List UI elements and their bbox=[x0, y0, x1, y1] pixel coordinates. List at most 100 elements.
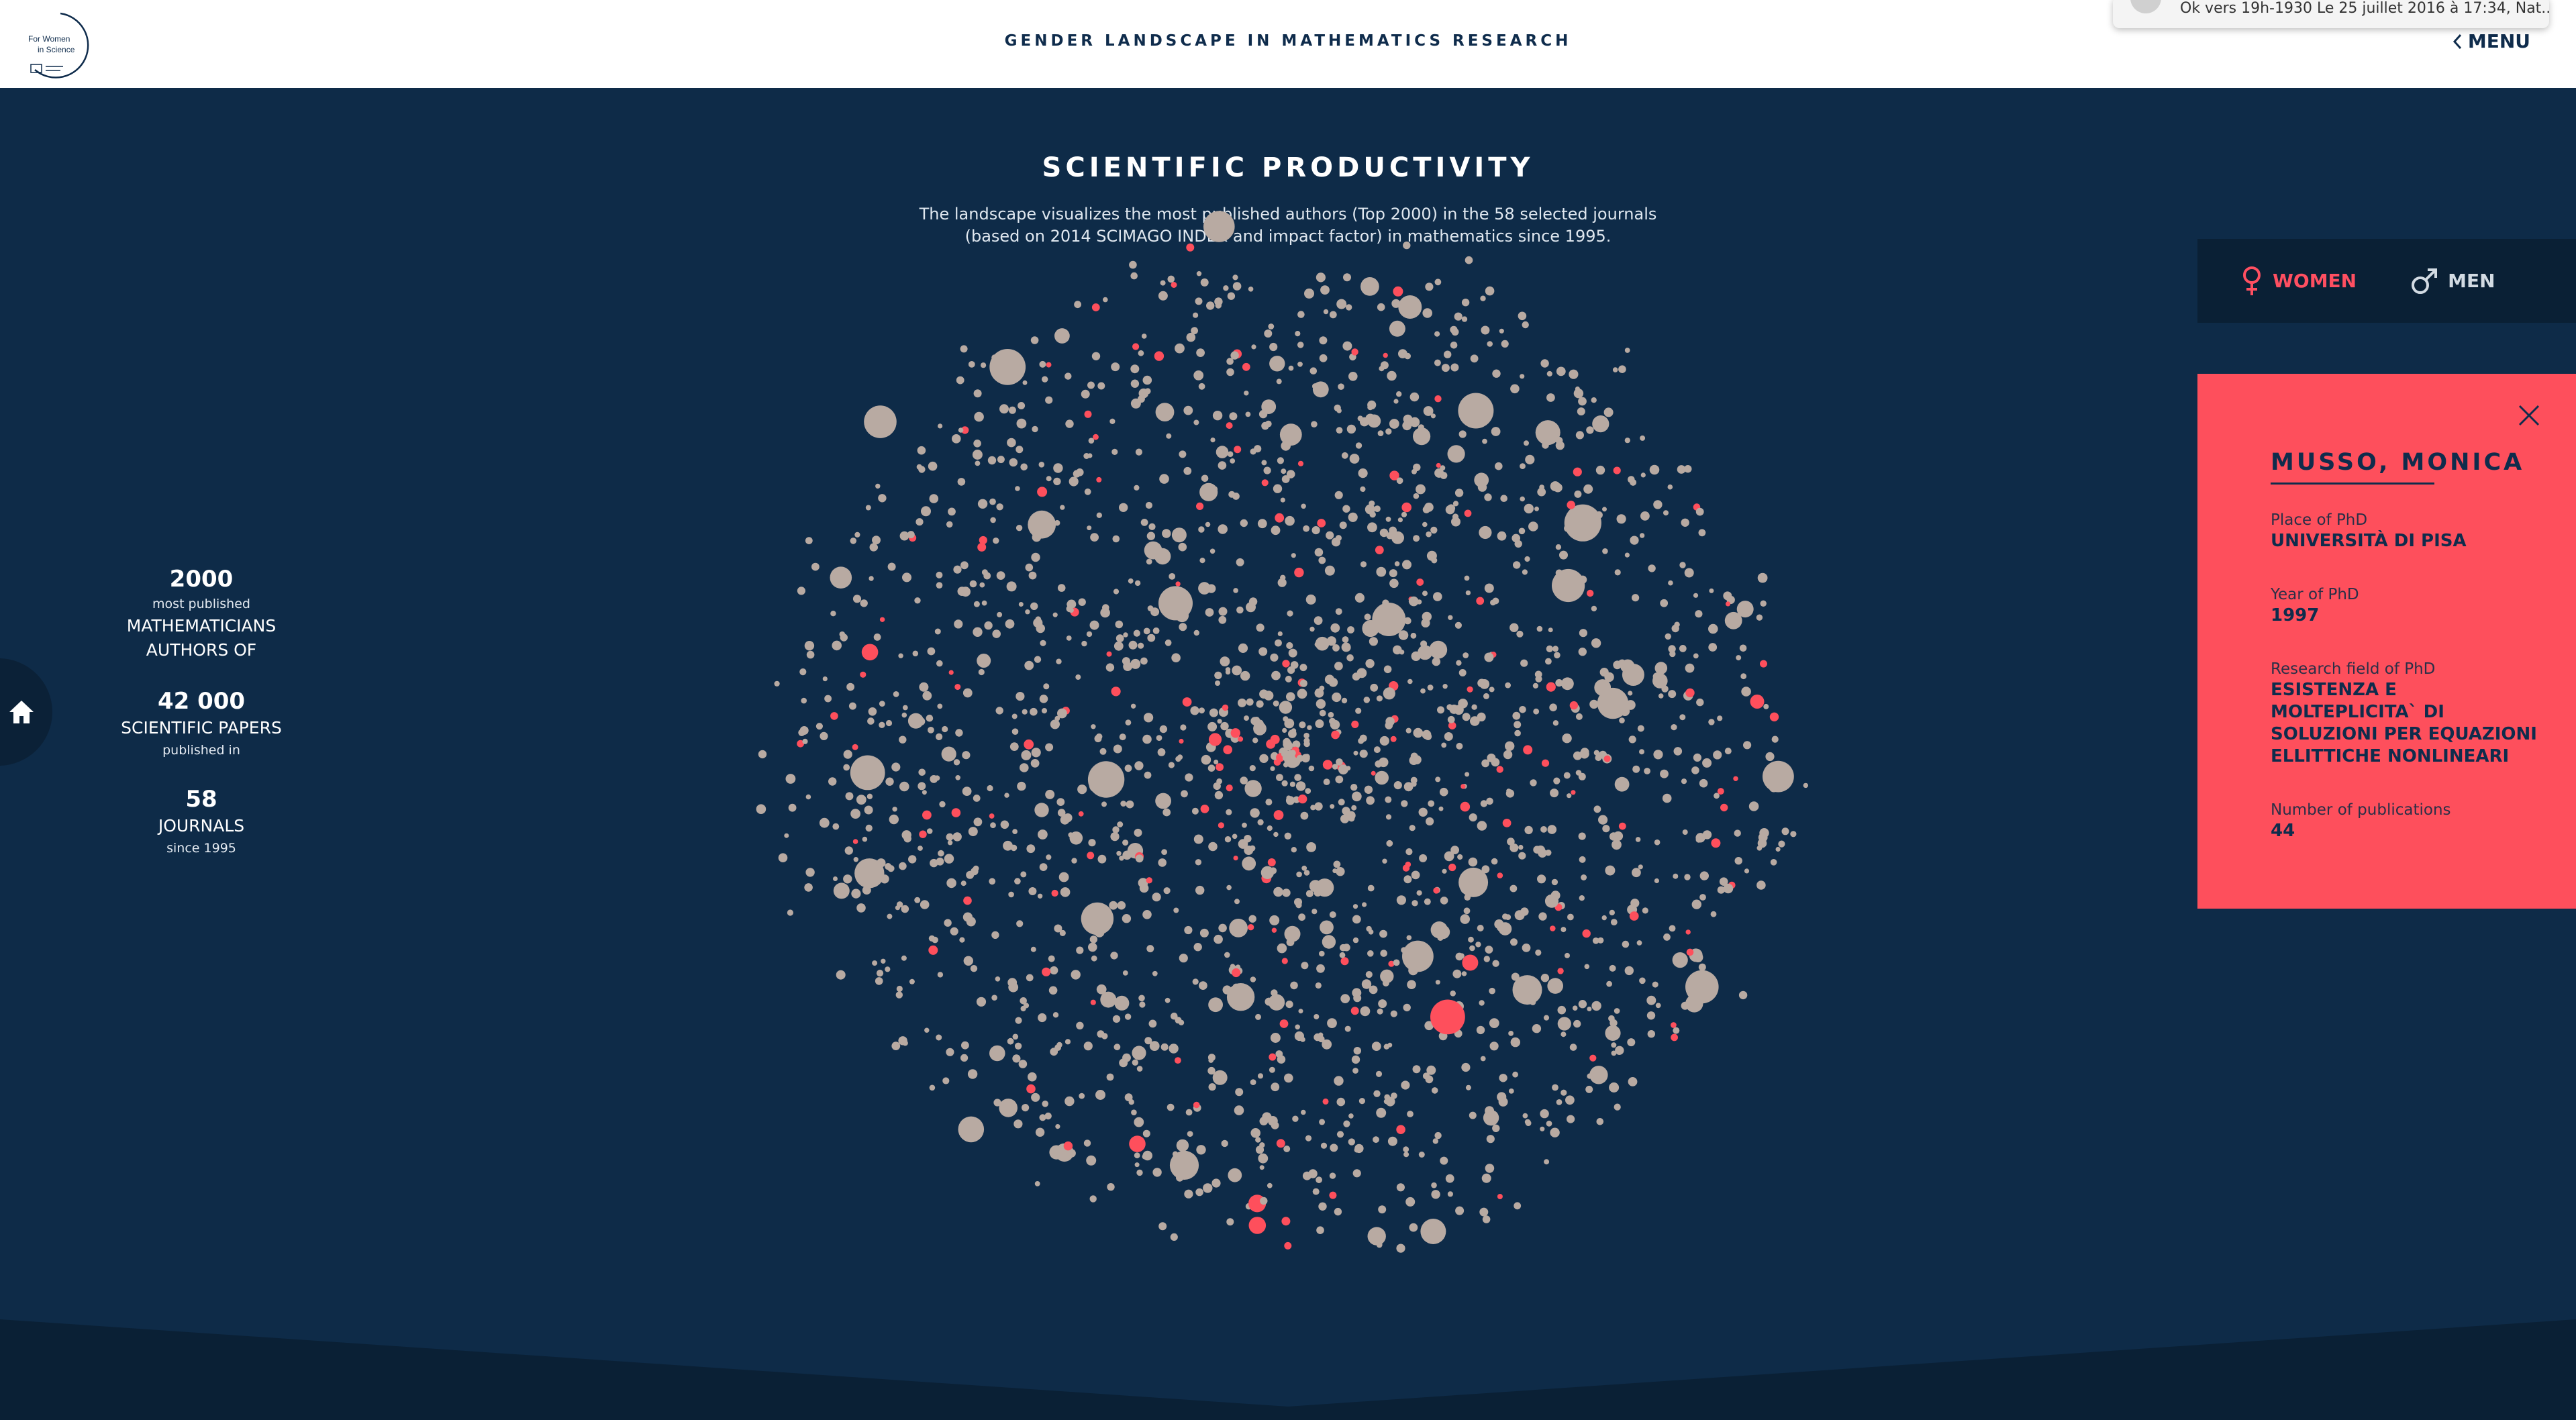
author-bubble-man[interactable] bbox=[820, 731, 828, 740]
author-bubble-man[interactable] bbox=[1226, 368, 1234, 376]
author-bubble-man[interactable] bbox=[1684, 568, 1694, 578]
author-bubble-man[interactable] bbox=[1071, 858, 1077, 864]
author-bubble-man[interactable] bbox=[875, 483, 881, 489]
author-bubble-woman[interactable] bbox=[1685, 929, 1691, 935]
author-bubble-man[interactable] bbox=[1654, 662, 1668, 674]
author-bubble-man[interactable] bbox=[1481, 759, 1490, 768]
author-bubble-man[interactable] bbox=[1555, 544, 1562, 550]
author-bubble-man[interactable] bbox=[1434, 331, 1440, 337]
author-bubble-man[interactable] bbox=[1238, 698, 1246, 707]
author-bubble-man[interactable] bbox=[918, 768, 926, 776]
author-bubble-man[interactable] bbox=[1567, 1115, 1575, 1123]
author-bubble-man[interactable] bbox=[1199, 558, 1205, 564]
author-bubble-man[interactable] bbox=[1363, 697, 1371, 703]
author-bubble-woman[interactable] bbox=[1230, 728, 1241, 738]
author-bubble-man[interactable] bbox=[865, 505, 871, 511]
author-bubble-man[interactable] bbox=[1373, 746, 1381, 754]
author-bubble-man[interactable] bbox=[1207, 1066, 1216, 1075]
author-bubble-man[interactable] bbox=[1499, 1074, 1507, 1082]
author-bubble-man[interactable] bbox=[1015, 692, 1025, 701]
author-bubble-man[interactable] bbox=[1211, 1178, 1221, 1188]
author-bubble-man[interactable] bbox=[1342, 807, 1350, 815]
author-bubble-man[interactable] bbox=[1771, 736, 1779, 743]
author-bubble-man[interactable] bbox=[1396, 477, 1403, 485]
author-bubble-man[interactable] bbox=[1610, 919, 1618, 925]
author-bubble-man[interactable] bbox=[1636, 940, 1642, 946]
author-bubble-man[interactable] bbox=[1605, 865, 1616, 876]
author-bubble-man[interactable] bbox=[1012, 1033, 1019, 1040]
author-bubble-man[interactable] bbox=[1402, 560, 1411, 570]
author-bubble-man[interactable] bbox=[787, 909, 793, 916]
author-bubble-man[interactable] bbox=[1756, 614, 1763, 621]
author-bubble-man[interactable] bbox=[1559, 550, 1568, 560]
author-bubble-man[interactable] bbox=[1134, 1152, 1140, 1159]
author-bubble-man[interactable] bbox=[1038, 462, 1045, 468]
author-bubble-man[interactable] bbox=[1012, 1054, 1021, 1063]
author-bubble-man[interactable] bbox=[1134, 828, 1142, 837]
author-bubble-man[interactable] bbox=[1152, 970, 1158, 976]
author-bubble-man[interactable] bbox=[1413, 727, 1424, 738]
author-bubble-man[interactable] bbox=[1128, 578, 1134, 584]
author-bubble-man[interactable] bbox=[1461, 299, 1470, 307]
author-bubble-man[interactable] bbox=[1016, 418, 1027, 429]
author-bubble-man[interactable] bbox=[1618, 365, 1626, 373]
author-bubble-woman[interactable] bbox=[1671, 1033, 1679, 1042]
author-bubble-man[interactable] bbox=[1336, 427, 1343, 434]
author-bubble-man[interactable] bbox=[1671, 724, 1677, 731]
author-bubble-man[interactable] bbox=[1171, 1012, 1178, 1020]
author-bubble-man[interactable] bbox=[1130, 379, 1140, 388]
author-bubble-man[interactable] bbox=[1035, 616, 1042, 623]
author-bubble-man[interactable] bbox=[1195, 859, 1202, 866]
author-bubble-man[interactable] bbox=[1025, 563, 1034, 572]
author-bubble-man[interactable] bbox=[1739, 644, 1747, 652]
author-bubble-man[interactable] bbox=[1276, 774, 1283, 781]
author-bubble-man[interactable] bbox=[1565, 952, 1570, 958]
author-bubble-man[interactable] bbox=[1575, 431, 1584, 440]
author-bubble-man[interactable] bbox=[1578, 772, 1586, 780]
author-bubble-woman[interactable] bbox=[1750, 695, 1765, 709]
author-bubble-man[interactable] bbox=[926, 714, 934, 722]
author-bubble-man[interactable] bbox=[1114, 995, 1130, 1011]
author-bubble-man[interactable] bbox=[1245, 411, 1251, 417]
author-bubble-man[interactable] bbox=[1557, 1005, 1567, 1015]
author-bubble-man[interactable] bbox=[1695, 507, 1704, 516]
author-bubble-man[interactable] bbox=[1569, 369, 1579, 379]
author-bubble-man[interactable] bbox=[1698, 529, 1706, 537]
author-bubble-man[interactable] bbox=[908, 855, 917, 864]
author-bubble-man[interactable] bbox=[801, 697, 807, 704]
author-bubble-man[interactable] bbox=[1352, 915, 1361, 924]
author-bubble-man[interactable] bbox=[1524, 440, 1529, 446]
author-bubble-man[interactable] bbox=[1512, 975, 1542, 1005]
author-bubble-man[interactable] bbox=[1349, 454, 1360, 464]
author-bubble-woman[interactable] bbox=[1350, 1007, 1359, 1015]
author-bubble-man[interactable] bbox=[1389, 569, 1397, 578]
author-bubble-man[interactable] bbox=[1464, 575, 1470, 581]
author-bubble-man[interactable] bbox=[1632, 868, 1641, 878]
author-bubble-man[interactable] bbox=[828, 777, 837, 786]
author-bubble-man[interactable] bbox=[1336, 1097, 1346, 1107]
author-bubble-man[interactable] bbox=[953, 759, 960, 766]
author-bubble-man[interactable] bbox=[1295, 1024, 1300, 1030]
author-bubble-man[interactable] bbox=[1177, 754, 1183, 760]
author-bubble-man[interactable] bbox=[1376, 566, 1387, 577]
author-bubble-man[interactable] bbox=[1288, 729, 1297, 738]
author-bubble-man[interactable] bbox=[1341, 452, 1348, 459]
system-notification[interactable]: Ok vers 19h-1930 Le 25 juillet 2016 à 17… bbox=[2113, 0, 2549, 28]
author-bubble-man[interactable] bbox=[895, 905, 900, 911]
author-bubble-man[interactable] bbox=[1130, 364, 1140, 374]
author-bubble-man[interactable] bbox=[1540, 974, 1550, 982]
author-bubble-man[interactable] bbox=[1039, 695, 1048, 703]
author-bubble-man[interactable] bbox=[1353, 750, 1358, 756]
author-bubble-man[interactable] bbox=[1079, 1093, 1085, 1099]
author-bubble-man[interactable] bbox=[1060, 887, 1071, 897]
author-bubble-man[interactable] bbox=[1619, 717, 1625, 723]
author-bubble-woman[interactable] bbox=[1603, 755, 1611, 762]
author-bubble-man[interactable] bbox=[1282, 754, 1289, 762]
author-bubble-man[interactable] bbox=[1540, 826, 1547, 833]
author-bubble-man[interactable] bbox=[1091, 955, 1097, 962]
author-bubble-woman[interactable] bbox=[1557, 968, 1564, 974]
author-bubble-man[interactable] bbox=[799, 726, 809, 735]
author-bubble-man[interactable] bbox=[839, 631, 846, 638]
author-bubble-woman[interactable] bbox=[1671, 1022, 1677, 1028]
author-bubble-man[interactable] bbox=[1628, 1077, 1638, 1086]
